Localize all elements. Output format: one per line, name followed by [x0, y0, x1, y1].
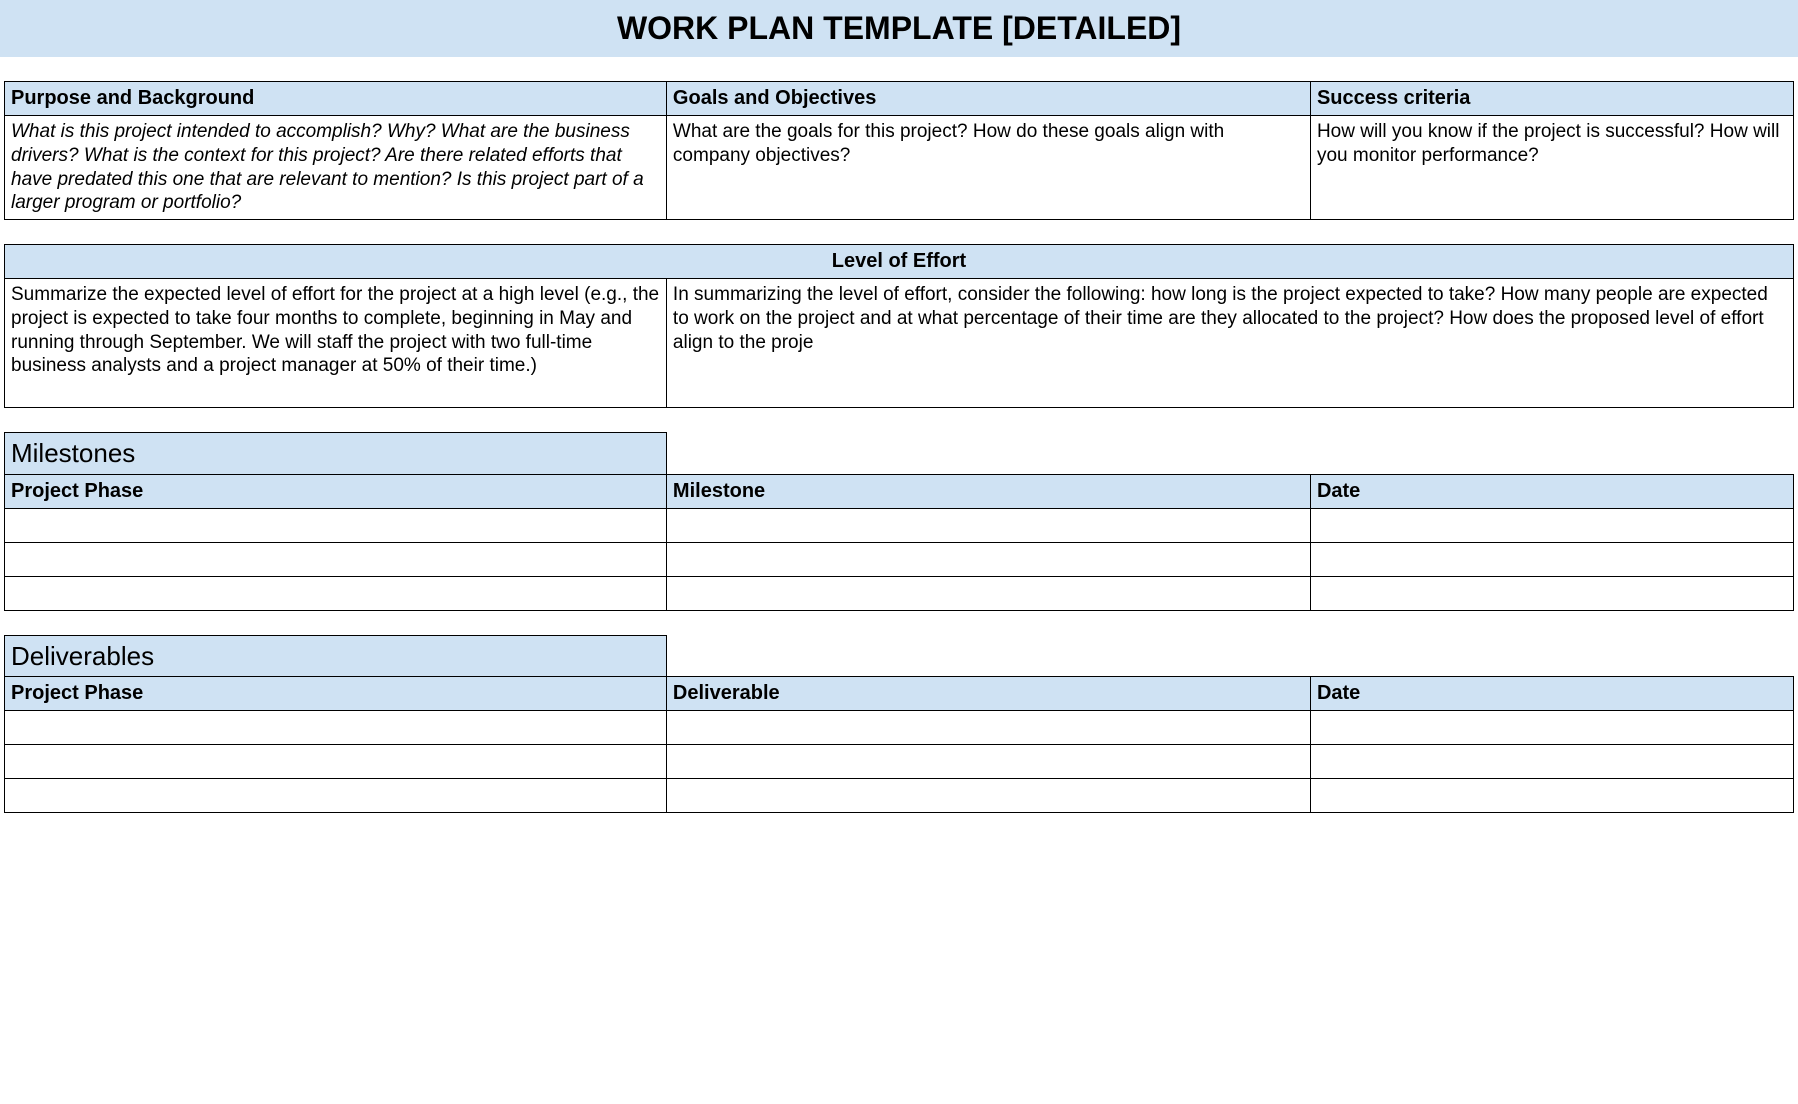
milestones-col-phase: Project Phase — [5, 474, 667, 508]
milestone-cell[interactable] — [1310, 542, 1793, 576]
deliverables-col-phase: Project Phase — [5, 677, 667, 711]
deliverable-cell[interactable] — [1310, 779, 1793, 813]
deliverables-title: Deliverables — [5, 635, 667, 677]
milestone-cell[interactable] — [1310, 508, 1793, 542]
spacer — [666, 433, 1793, 475]
deliverable-cell[interactable] — [666, 745, 1310, 779]
milestone-cell[interactable] — [666, 508, 1310, 542]
goals-header: Goals and Objectives — [666, 82, 1310, 116]
effort-left-body: Summarize the expected level of effort f… — [11, 283, 660, 403]
milestone-cell[interactable] — [5, 576, 667, 610]
page-title: WORK PLAN TEMPLATE [DETAILED] — [0, 0, 1798, 57]
milestone-cell[interactable] — [666, 576, 1310, 610]
milestones-col-date: Date — [1310, 474, 1793, 508]
deliverable-cell[interactable] — [666, 779, 1310, 813]
success-body[interactable]: How will you know if the project is succ… — [1310, 116, 1793, 220]
purpose-body[interactable]: What is this project intended to accompl… — [5, 116, 667, 220]
deliverable-cell[interactable] — [5, 779, 667, 813]
milestone-cell[interactable] — [1310, 576, 1793, 610]
deliverable-cell[interactable] — [5, 745, 667, 779]
deliverables-col-deliverable: Deliverable — [666, 677, 1310, 711]
milestone-cell[interactable] — [5, 542, 667, 576]
purpose-header: Purpose and Background — [5, 82, 667, 116]
milestones-section: Milestones Project Phase Milestone Date — [4, 432, 1794, 611]
deliverable-cell[interactable] — [1310, 745, 1793, 779]
effort-right-body[interactable]: In summarizing the level of effort, cons… — [666, 279, 1793, 408]
success-header: Success criteria — [1310, 82, 1793, 116]
deliverable-cell[interactable] — [666, 711, 1310, 745]
deliverables-col-date: Date — [1310, 677, 1793, 711]
milestones-col-milestone: Milestone — [666, 474, 1310, 508]
deliverable-cell[interactable] — [5, 711, 667, 745]
milestone-cell[interactable] — [5, 508, 667, 542]
goals-body[interactable]: What are the goals for this project? How… — [666, 116, 1310, 220]
effort-header: Level of Effort — [5, 245, 1794, 279]
effort-left-cell[interactable]: Summarize the expected level of effort f… — [5, 279, 667, 408]
effort-section: Level of Effort Summarize the expected l… — [4, 244, 1794, 408]
spacer — [666, 635, 1793, 677]
top-section: Purpose and Background Goals and Objecti… — [4, 81, 1794, 220]
deliverables-section: Deliverables Project Phase Deliverable D… — [4, 635, 1794, 814]
deliverable-cell[interactable] — [1310, 711, 1793, 745]
milestone-cell[interactable] — [666, 542, 1310, 576]
milestones-title: Milestones — [5, 433, 667, 475]
